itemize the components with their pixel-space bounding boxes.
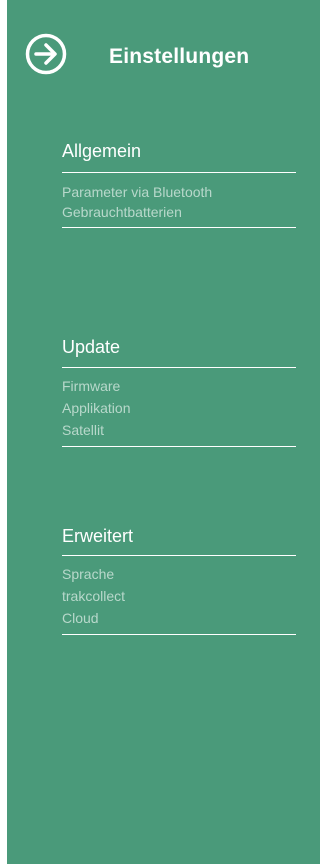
section-divider [62,634,296,635]
section-allgemein: Allgemein Parameter via Bluetooth Gebrau… [62,140,296,228]
menu-item-firmware[interactable]: Firmware [62,375,296,397]
menu-item-parameter-via-bluetooth[interactable]: Parameter via Bluetooth [62,182,296,202]
menu-item-cloud[interactable]: Cloud [62,607,296,629]
section-items: Firmware Applikation Satellit [62,368,296,446]
arrow-right-circle-icon [25,33,67,75]
settings-panel: Einstellungen Allgemein Parameter via Bl… [7,0,320,864]
section-title: Update [62,337,121,357]
section-divider [62,227,296,228]
menu-item-trakcollect[interactable]: trakcollect [62,585,296,607]
section-update: Update Firmware Applikation Satellit [62,336,296,447]
menu-item-applikation[interactable]: Applikation [62,397,296,419]
menu-item-satellit[interactable]: Satellit [62,419,296,441]
navigate-button[interactable] [25,33,67,75]
section-divider [62,446,296,447]
menu-item-sprache[interactable]: Sprache [62,563,296,585]
section-title: Allgemein [62,141,142,161]
section-erweitert: Erweitert Sprache trakcollect Cloud [62,525,296,635]
section-items: Parameter via Bluetooth Gebrauchtbatteri… [62,173,296,227]
page-title: Einstellungen [109,45,250,68]
section-title: Erweitert [62,526,134,546]
panel-header: Einstellungen [7,0,320,120]
menu-item-gebrauchtbatterien[interactable]: Gebrauchtbatterien [62,202,296,222]
section-items: Sprache trakcollect Cloud [62,556,296,634]
